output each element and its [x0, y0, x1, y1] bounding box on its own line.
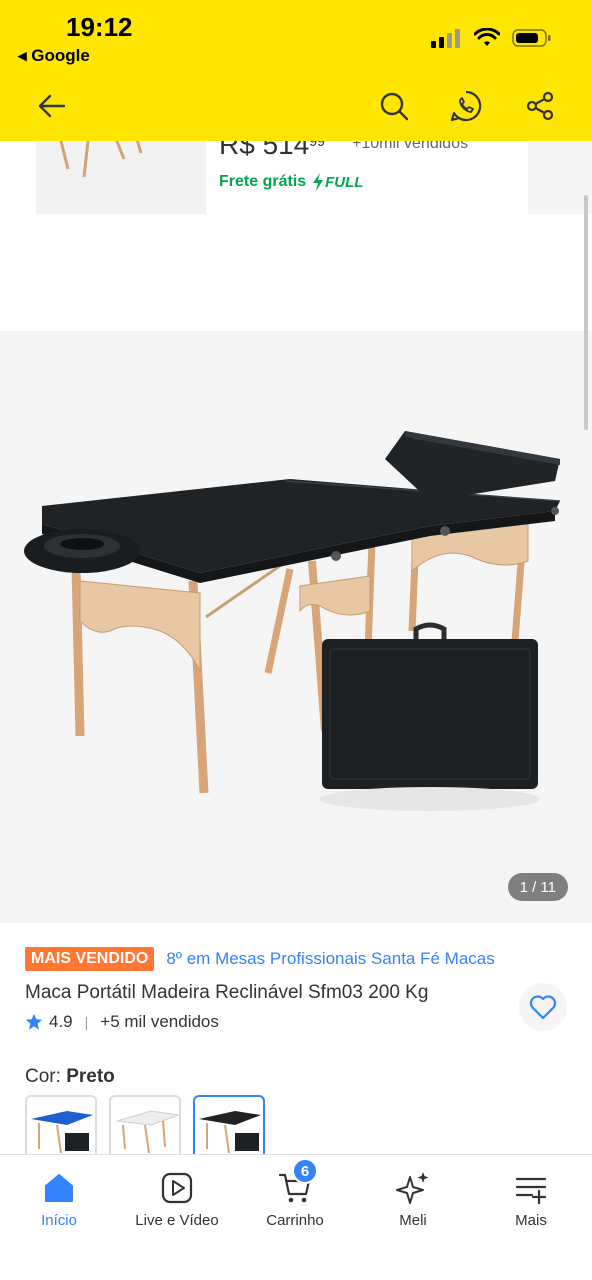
back-to-google-link[interactable]: ◂ Google [18, 46, 90, 66]
sold-count: +5 mil vendidos [100, 1012, 219, 1031]
tab-label: Carrinho [266, 1212, 324, 1229]
battery-icon [512, 29, 551, 47]
category-ranking-link[interactable]: 8º em Mesas Profissionais Santa Fé Macas [166, 949, 494, 969]
lightning-icon [313, 173, 324, 191]
previous-product-price: R$ 51499 [219, 141, 325, 160]
cart-count-badge: 6 [292, 1158, 318, 1184]
share-icon[interactable] [522, 88, 558, 124]
menu-icon [515, 1177, 547, 1205]
badge-row: MAIS VENDIDO 8º em Mesas Profissionais S… [25, 947, 495, 971]
product-title: Maca Portátil Madeira Reclinável Sfm03 2… [25, 982, 429, 1003]
status-icons [430, 28, 552, 48]
status-time: 19:12 [66, 12, 133, 42]
previous-product-card[interactable]: R$ 51499 +10mil vendidos Frete grátis FU… [0, 141, 592, 331]
color-swatch-blue[interactable] [25, 1095, 97, 1159]
tab-label: Início [41, 1212, 77, 1229]
wifi-icon [474, 28, 500, 46]
scrollbar[interactable] [584, 195, 588, 430]
massage-table-image [24, 431, 561, 811]
rating-value: 4.9 [49, 1012, 73, 1031]
tab-label: Mais [515, 1212, 547, 1229]
heart-icon [529, 995, 557, 1020]
search-icon[interactable] [376, 88, 412, 124]
tab-label: Meli [399, 1212, 427, 1229]
star-icon [25, 1013, 43, 1030]
product-image-gallery[interactable]: 1 / 11 [0, 331, 592, 923]
color-swatch-white[interactable] [109, 1095, 181, 1159]
previous-product-sold: +10mil vendidos [352, 141, 469, 152]
whatsapp-icon[interactable] [448, 88, 484, 124]
favorite-button[interactable] [519, 983, 567, 1031]
back-arrow-icon[interactable] [34, 88, 70, 124]
tab-label: Live e Vídeo [135, 1212, 219, 1229]
full-badge: FULL [312, 173, 363, 191]
color-label: Cor: Preto [25, 1066, 115, 1087]
previous-product-thumbnail [36, 141, 206, 214]
color-swatch-black[interactable] [193, 1095, 265, 1159]
best-seller-badge: MAIS VENDIDO [25, 947, 155, 971]
separator: | [84, 1014, 89, 1030]
sparkle-icon [396, 1172, 429, 1204]
image-counter: 1 / 11 [507, 873, 568, 901]
color-swatches [25, 1095, 265, 1159]
home-icon [45, 1174, 73, 1202]
signal-icon [431, 29, 460, 48]
previous-product-thumbnail-right [528, 141, 592, 214]
app-header: 19:12 ◂ Google [0, 0, 592, 141]
rating-row[interactable]: 4.9 | +5 mil vendidos [25, 1012, 219, 1032]
play-icon [161, 1172, 193, 1204]
free-shipping-label: Frete grátis FULL [219, 173, 364, 191]
selected-color-value: Preto [66, 1066, 115, 1087]
